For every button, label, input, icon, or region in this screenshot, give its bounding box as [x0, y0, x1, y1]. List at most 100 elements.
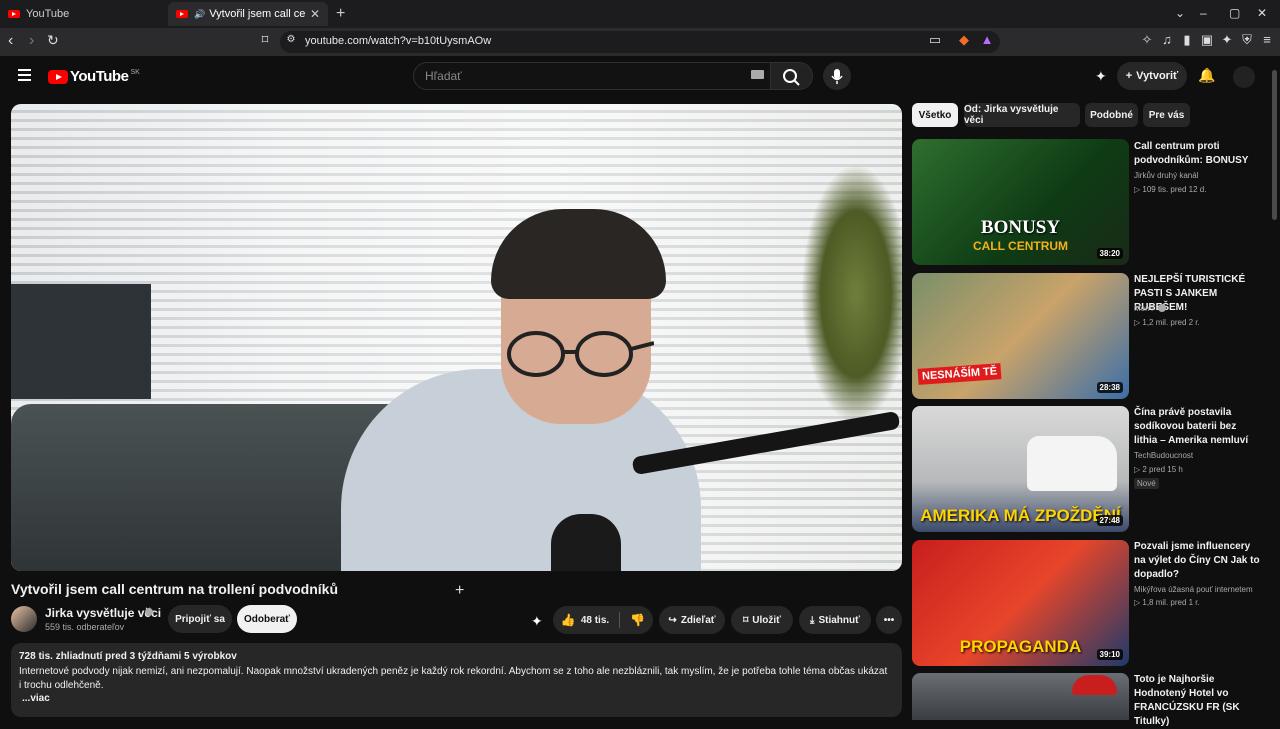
description-meta: 728 tis. zhliadnutí pred 3 týždňami 5 vý… — [19, 651, 237, 662]
menu-icon[interactable]: ≡ — [1260, 33, 1274, 47]
thumbnail-caption: NESNÁŠÍM TĚ — [917, 363, 1002, 385]
rec-channel[interactable]: Jirkův druhý kanál — [1134, 171, 1198, 180]
share-icon: ↪ — [668, 614, 677, 626]
plus-icon: + — [1125, 70, 1133, 82]
chip-for-you[interactable]: Pre vás — [1143, 103, 1190, 127]
create-label: Vytvoriť — [1136, 70, 1179, 82]
search-input[interactable] — [413, 62, 771, 90]
voice-search-button[interactable] — [823, 62, 851, 90]
microphone-icon — [831, 69, 843, 84]
duration-badge: 38:20 — [1096, 248, 1123, 259]
save-button[interactable]: ⌑ Uložiť — [731, 606, 793, 634]
join-button[interactable]: Pripojiť sa — [168, 605, 232, 633]
rec-title[interactable]: Pozvali jsme influencery na výlet do Čín… — [1134, 540, 1262, 582]
video-title: Vytvořil jsem call centrum na trollení p… — [11, 581, 338, 597]
site-info-icon[interactable]: ⚙ — [284, 33, 298, 47]
guide-menu-icon[interactable] — [18, 69, 31, 81]
show-more-link[interactable]: ...viac — [22, 693, 50, 704]
share-label: Zdieľať — [680, 614, 716, 626]
like-dislike-group: 👍 48 tis. 👎 — [553, 606, 653, 634]
ai-sparkle-icon[interactable]: ✦ — [1095, 68, 1107, 85]
rec-channel[interactable]: MenT — [1134, 304, 1154, 313]
channel-avatar[interactable] — [11, 606, 37, 632]
account-avatar[interactable] — [1233, 66, 1255, 88]
logo-text: YouTube — [70, 68, 129, 85]
create-button[interactable]: + Vytvoriť — [1117, 62, 1187, 90]
chip-all[interactable]: Všetko — [912, 103, 958, 127]
download-button[interactable]: ⤓ Stiahnuť — [799, 606, 871, 634]
more-actions-icon[interactable]: ••• — [876, 606, 902, 634]
duration-badge: 27:48 — [1096, 515, 1123, 526]
video-frame-tv — [11, 284, 151, 399]
maximize-icon[interactable]: ▢ — [1229, 6, 1240, 20]
wallet-icon[interactable]: ▣ — [1200, 33, 1214, 47]
rec-thumbnail[interactable]: BONUSY CALL CENTRUM 38:20 — [912, 139, 1129, 265]
speaker-icon: 🔊 — [194, 8, 206, 19]
minimize-icon[interactable]: – — [1200, 6, 1207, 20]
download-icon: ⤓ — [810, 614, 815, 626]
youtube-play-icon — [48, 69, 68, 84]
like-count[interactable]: 48 tis. — [581, 615, 609, 626]
back-icon[interactable]: ‹ — [8, 32, 13, 50]
cast-icon[interactable]: ▭ — [928, 33, 942, 47]
rec-meta: ▷ 1,2 mil. pred 2 r. — [1134, 318, 1200, 327]
youtube-logo[interactable]: YouTube SK — [48, 68, 140, 85]
verified-icon — [1158, 304, 1166, 312]
video-frame-glasses — [507, 331, 654, 377]
thumbs-down-icon[interactable]: 👎 — [630, 613, 645, 627]
close-window-icon[interactable]: ✕ — [1257, 6, 1267, 20]
rec-thumbnail[interactable]: NESNÁŠÍM TĚ 28:38 — [912, 273, 1129, 399]
notifications-bell-icon[interactable]: 🔔 — [1198, 67, 1215, 84]
rec-title[interactable]: Toto je Najhoršie Hodnotený Hotel vo FRA… — [1134, 673, 1262, 729]
ask-ai-icon[interactable]: ✦ — [531, 613, 543, 630]
video-player[interactable] — [11, 104, 902, 571]
share-button[interactable]: ↪ Zdieľať — [659, 606, 725, 634]
thumbnail-caption: BONUSY — [980, 217, 1061, 238]
new-tab-icon[interactable]: + — [336, 5, 345, 23]
rewards-icon[interactable]: ▲ — [980, 33, 994, 47]
video-frame-plant — [801, 164, 902, 424]
new-badge: Nové — [1134, 478, 1159, 489]
browser-tab-youtube[interactable]: YouTube — [0, 2, 165, 26]
rec-channel[interactable]: Mikýřova úžasná pouť internetem — [1134, 585, 1253, 594]
rec-thumbnail[interactable]: AMERIKA MÁ ZPOŽDĚNÍ 27:48 — [912, 406, 1129, 532]
keyboard-icon[interactable] — [751, 70, 764, 79]
rec-meta: ▷ 1,8 mil. pred 1 r. — [1134, 598, 1200, 607]
leo-icon[interactable]: ✦ — [1220, 33, 1234, 47]
search-button[interactable] — [771, 62, 813, 90]
rec-meta: ▷ 2 pred 15 h — [1134, 465, 1183, 474]
mouse-cursor-icon: + — [455, 582, 465, 599]
media-icon[interactable]: ♫ — [1160, 33, 1174, 47]
subscribe-button[interactable]: Odoberať — [237, 605, 297, 633]
bookmark-save-icon: ⌑ — [743, 614, 749, 626]
rec-channel[interactable]: TechBudoucnost — [1134, 451, 1193, 460]
save-label: Uložiť — [752, 614, 781, 626]
rec-thumbnail[interactable] — [912, 673, 1129, 720]
channel-name[interactable]: Jirka vysvětluje věci — [45, 606, 161, 620]
chip-from-channel[interactable]: Od: Jirka vysvětluje věci — [964, 103, 1080, 127]
subscriber-count: 559 tis. odberateľov — [45, 622, 125, 632]
page-scrollbar[interactable] — [1272, 70, 1277, 220]
like-divider — [619, 612, 621, 628]
forward-icon[interactable]: › — [29, 32, 34, 50]
extensions-icon[interactable]: ✧ — [1140, 33, 1154, 47]
reload-icon[interactable]: ↻ — [47, 32, 59, 49]
browser-tab-video[interactable]: 🔊 Vytvořil jsem call centrum na trol ✕ — [168, 2, 328, 26]
rec-title[interactable]: Call centrum proti podvodníkům: BONUSY — [1134, 140, 1262, 168]
download-label: Stiahnuť — [818, 614, 860, 626]
vpn-icon[interactable]: ⛨ — [1240, 33, 1254, 47]
tab-title: Vytvořil jsem call centrum na trol — [209, 8, 306, 20]
youtube-favicon-icon — [8, 10, 20, 18]
rec-meta: ▷ 109 tis. pred 12 d. — [1134, 185, 1207, 194]
brave-shield-icon[interactable]: ◆ — [957, 33, 971, 47]
close-tab-icon[interactable]: ✕ — [310, 7, 320, 21]
duration-badge: 39:10 — [1096, 649, 1123, 660]
rec-thumbnail[interactable]: PROPAGANDA 39:10 — [912, 540, 1129, 666]
chip-related[interactable]: Podobné — [1085, 103, 1138, 127]
bookmark-icon[interactable]: ⌑ — [258, 33, 272, 47]
verified-icon — [145, 608, 153, 616]
thumbs-up-icon[interactable]: 👍 — [561, 613, 576, 627]
tab-list-icon[interactable]: ⌄ — [1175, 6, 1185, 20]
sidebar-icon[interactable]: ▮ — [1180, 33, 1194, 47]
rec-title[interactable]: Čína právě postavila sodíkovou baterii b… — [1134, 406, 1262, 448]
